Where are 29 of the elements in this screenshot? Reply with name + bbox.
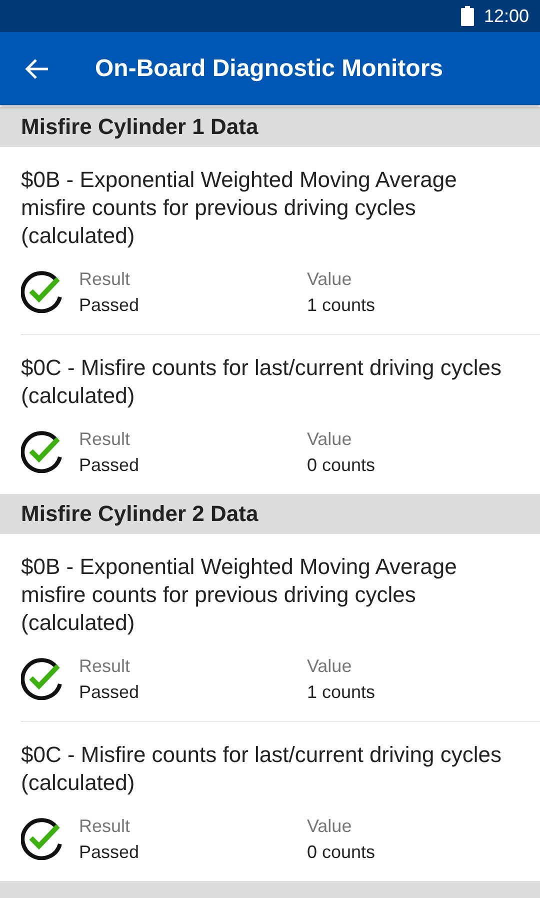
monitor-title: $0B - Exponential Weighted Moving Average misfire counts for previous driving cycles (calculated) <box>21 553 458 637</box>
value-text: 0 counts <box>307 841 376 864</box>
result-label: Result <box>79 815 132 838</box>
battery-icon <box>460 6 474 26</box>
result-text: Passed <box>79 681 140 704</box>
check-circle-icon <box>21 658 63 700</box>
value-text: 1 counts <box>307 294 376 317</box>
monitor-title: $0C - Misfire counts for last/current driving cycles (calculated) <box>21 354 502 410</box>
result-text: Passed <box>79 454 140 477</box>
value-label: Value <box>307 815 353 838</box>
check-circle-icon <box>21 431 63 473</box>
screen-title: On-Board Diagnostic Monitors <box>95 54 443 82</box>
monitor-title: $0C - Misfire counts for last/current driving cycles (calculated) <box>21 741 502 797</box>
value-label: Value <box>307 655 353 678</box>
section-title: Misfire Cylinder 1 Data <box>21 114 258 140</box>
value-label: Value <box>307 428 353 451</box>
result-label: Result <box>79 428 132 451</box>
result-label: Result <box>79 655 132 678</box>
check-circle-icon <box>21 271 63 313</box>
section-title: Misfire Cylinder 2 Data <box>21 501 258 527</box>
result-text: Passed <box>79 294 140 317</box>
result-text: Passed <box>79 841 140 864</box>
status-time: 12:00 <box>484 6 529 26</box>
value-text: 1 counts <box>307 681 376 704</box>
value-label: Value <box>307 268 353 291</box>
value-text: 0 counts <box>307 454 376 477</box>
check-circle-icon <box>21 818 63 860</box>
result-label: Result <box>79 268 132 291</box>
monitor-title: $0B - Exponential Weighted Moving Average misfire counts for previous driving cycles (calculated) <box>21 166 458 250</box>
